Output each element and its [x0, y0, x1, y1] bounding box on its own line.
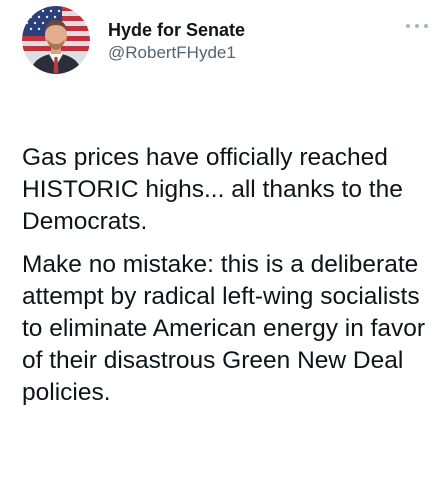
tweet-paragraph-2: Make no mistake: this is a deliberate at…: [22, 251, 426, 406]
tweet-card: Hyde for Senate @RobertFHyde1 Gas prices…: [0, 0, 440, 500]
more-options-icon[interactable]: [406, 20, 428, 32]
account-names: Hyde for Senate @RobertFHyde1: [108, 20, 245, 63]
tweet-text: Gas prices have officially reached HISTO…: [22, 142, 434, 409]
account-handle[interactable]: @RobertFHyde1: [108, 43, 245, 63]
dot-icon: [424, 24, 428, 28]
avatar-image: [22, 6, 90, 74]
tweet-header: Hyde for Senate @RobertFHyde1: [22, 6, 428, 76]
dot-icon: [415, 24, 419, 28]
display-name[interactable]: Hyde for Senate: [108, 20, 245, 40]
dot-icon: [406, 24, 410, 28]
avatar[interactable]: [22, 6, 90, 74]
tweet-paragraph-1: Gas prices have officially reached HISTO…: [22, 144, 403, 235]
